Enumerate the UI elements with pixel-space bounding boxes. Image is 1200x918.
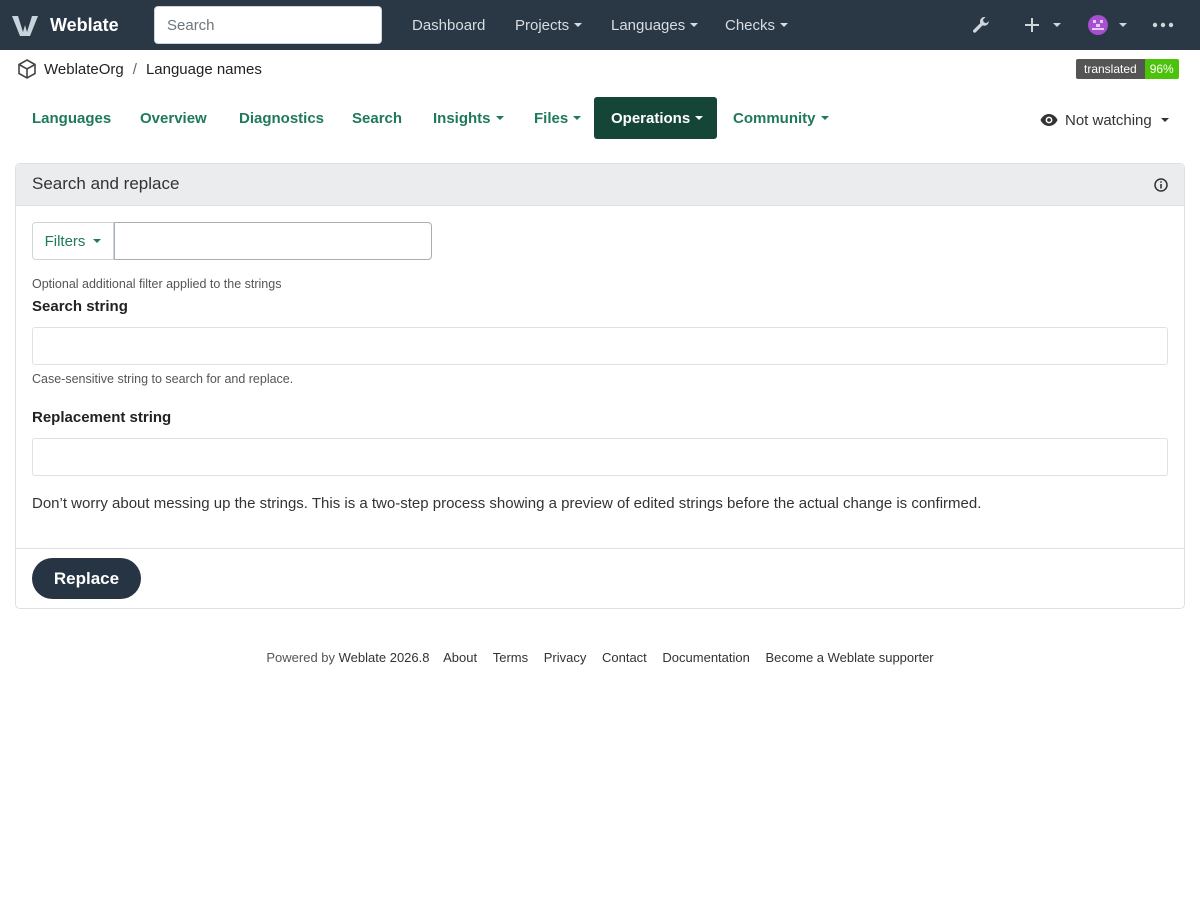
wrench-button[interactable] <box>971 0 991 50</box>
brand-name: Weblate <box>50 14 119 35</box>
tab-search[interactable]: Search <box>352 97 402 139</box>
add-menu-button[interactable] <box>1024 0 1061 50</box>
two-step-note: Don’t worry about messing up the strings… <box>32 495 982 512</box>
panel-divider <box>16 548 1184 549</box>
chevron-down-icon <box>93 239 102 243</box>
replace-button[interactable]: Replace <box>32 558 141 599</box>
nav-languages-label: Languages <box>611 16 686 34</box>
replacement-string-input[interactable] <box>32 438 1168 476</box>
nav-dashboard-label: Dashboard <box>412 16 486 34</box>
breadcrumb-project[interactable]: WeblateOrg <box>44 61 124 78</box>
nav-dashboard[interactable]: Dashboard <box>412 0 485 50</box>
tab-insights[interactable]: Insights <box>433 97 504 139</box>
chevron-down-icon <box>573 116 582 120</box>
eye-icon <box>1040 114 1058 126</box>
footer-about-link[interactable]: About <box>443 650 477 665</box>
breadcrumb-component[interactable]: Language names <box>146 61 262 78</box>
watch-label: Not watching <box>1065 111 1152 129</box>
nav-checks[interactable]: Checks <box>725 0 789 50</box>
tab-files[interactable]: Files <box>534 97 582 139</box>
more-icon <box>1152 22 1174 28</box>
watch-dropdown[interactable]: Not watching <box>1040 105 1169 135</box>
chevron-down-icon <box>820 116 829 120</box>
panel-title: Search and replace <box>32 174 180 193</box>
footer-contact-link[interactable]: Contact <box>602 650 647 665</box>
translated-badge[interactable]: translated 96% <box>1076 59 1179 79</box>
project-cube-icon <box>18 59 36 79</box>
footer-version-link[interactable]: Weblate 2026.8 <box>339 650 430 665</box>
chevron-down-icon <box>695 116 704 120</box>
filter-query-input[interactable] <box>114 222 432 260</box>
tab-overview-label: Overview <box>140 109 207 127</box>
tab-languages-label: Languages <box>32 109 112 127</box>
tab-community-label: Community <box>733 109 816 127</box>
footer-privacy-link[interactable]: Privacy <box>544 650 587 665</box>
chevron-down-icon <box>495 116 504 120</box>
tab-diagnostics[interactable]: Diagnostics <box>239 97 324 139</box>
filter-help-text: Optional additional filter applied to th… <box>32 277 282 291</box>
powered-by-text: Powered by <box>266 650 336 665</box>
info-icon[interactable] <box>1154 178 1168 192</box>
top-navbar: Weblate Dashboard Projects Languages Che… <box>0 0 1200 50</box>
tab-search-label: Search <box>352 109 403 127</box>
user-avatar <box>1088 15 1108 35</box>
global-search-input[interactable] <box>154 6 382 44</box>
nav-checks-label: Checks <box>725 16 776 34</box>
wrench-icon <box>973 17 989 33</box>
footer-documentation-link[interactable]: Documentation <box>662 650 749 665</box>
breadcrumb: WeblateOrg / Language names <box>16 57 262 81</box>
tab-operations[interactable]: Operations <box>594 97 717 139</box>
chevron-down-icon <box>1160 118 1169 122</box>
panel-header: Search and replace <box>16 164 1184 206</box>
more-menu-button[interactable] <box>1152 0 1174 50</box>
nav-projects-label: Projects <box>515 16 570 34</box>
footer-powered-by: Powered by Weblate 2026.8 <box>266 650 429 665</box>
chevron-down-icon <box>1053 23 1061 27</box>
breadcrumb-separator: / <box>132 60 137 78</box>
badge-label: translated <box>1076 59 1145 79</box>
chevron-down-icon <box>1119 23 1127 27</box>
chevron-down-icon <box>574 23 583 27</box>
chevron-down-icon <box>780 23 789 27</box>
brand-link[interactable]: Weblate <box>10 10 119 40</box>
search-replace-panel: Search and replace Filters Optional addi… <box>15 163 1185 609</box>
weblate-logo-icon <box>12 16 38 36</box>
replacement-string-label: Replacement string <box>32 409 172 426</box>
user-menu-button[interactable] <box>1087 0 1127 50</box>
footer-terms-link[interactable]: Terms <box>493 650 528 665</box>
filters-label: Filters <box>44 232 86 250</box>
page-footer: Powered by Weblate 2026.8 About Terms Pr… <box>0 650 1200 665</box>
tab-languages[interactable]: Languages <box>32 97 111 139</box>
footer-supporter-link[interactable]: Become a Weblate supporter <box>766 650 934 665</box>
tab-insights-label: Insights <box>433 109 491 127</box>
search-string-help: Case-sensitive string to search for and … <box>32 372 294 386</box>
search-string-label: Search string <box>32 298 128 315</box>
badge-value: 96% <box>1144 59 1179 79</box>
search-string-input[interactable] <box>32 327 1168 365</box>
plus-icon <box>1025 18 1039 32</box>
chevron-down-icon <box>690 23 699 27</box>
nav-projects[interactable]: Projects <box>515 0 583 50</box>
filters-dropdown-button[interactable]: Filters <box>32 222 114 260</box>
nav-languages[interactable]: Languages <box>611 0 699 50</box>
tab-files-label: Files <box>534 109 569 127</box>
tab-diagnostics-label: Diagnostics <box>239 109 325 127</box>
tab-overview[interactable]: Overview <box>140 97 207 139</box>
tab-operations-label: Operations <box>611 109 691 127</box>
tab-community[interactable]: Community <box>733 97 829 139</box>
